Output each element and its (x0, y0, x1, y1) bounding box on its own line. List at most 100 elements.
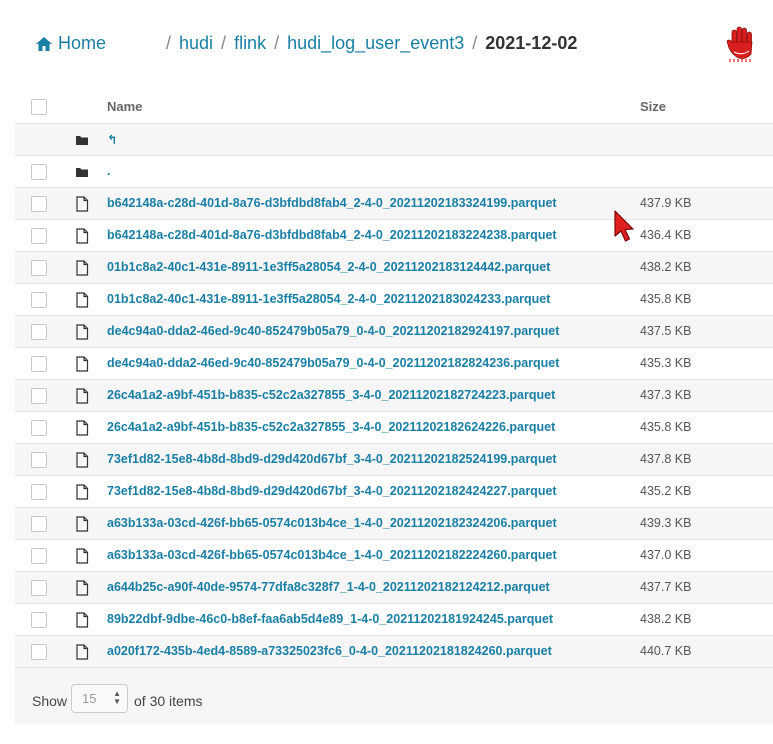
file-icon (76, 644, 89, 660)
table-row[interactable]: 01b1c8a2-40c1-431e-8911-1e3ff5a28054_2-4… (15, 283, 773, 315)
row-checkbox[interactable] (31, 612, 47, 628)
table-row[interactable]: 73ef1d82-15e8-4b8d-8bd9-d29d420d67bf_3-4… (15, 475, 773, 507)
file-size: 438.2 KB (640, 260, 692, 274)
file-name-link[interactable]: 73ef1d82-15e8-4b8d-8bd9-d29d420d67bf_3-4… (107, 452, 557, 466)
file-icon (76, 548, 89, 564)
table-row[interactable]: 89b22dbf-9dbe-46c0-b8ef-faa6ab5d4e89_1-4… (15, 603, 773, 635)
home-link[interactable]: Home (36, 33, 106, 54)
file-name-link[interactable]: b642148a-c28d-401d-8a76-d3bfdbd8fab4_2-4… (107, 196, 557, 210)
home-label: Home (58, 33, 107, 53)
file-name-link[interactable]: a63b133a-03cd-426f-bb65-0574c013b4ce_1-4… (107, 548, 557, 562)
row-checkbox[interactable] (31, 484, 47, 500)
table-row[interactable]: 01b1c8a2-40c1-431e-8911-1e3ff5a28054_2-4… (15, 251, 773, 283)
column-header-size[interactable]: Size (640, 99, 666, 114)
row-checkbox[interactable] (31, 452, 47, 468)
file-size: 437.7 KB (640, 580, 692, 594)
table-row[interactable]: de4c94a0-dda2-46ed-9c40-852479b05a79_0-4… (15, 315, 773, 347)
row-checkbox[interactable] (31, 580, 47, 596)
row-checkbox[interactable] (31, 356, 47, 372)
row-checkbox[interactable] (31, 324, 47, 340)
file-size: 435.8 KB (640, 292, 692, 306)
row-checkbox[interactable] (31, 260, 47, 276)
breadcrumb-item-flink[interactable]: flink (234, 33, 266, 54)
file-name-link[interactable]: 89b22dbf-9dbe-46c0-b8ef-faa6ab5d4e89_1-4… (107, 612, 553, 626)
show-label: Show (32, 693, 68, 709)
row-checkbox[interactable] (31, 228, 47, 244)
file-size: 439.3 KB (640, 516, 692, 530)
table-row[interactable]: 26c4a1a2-a9bf-451b-b835-c52c2a327855_3-4… (15, 379, 773, 411)
file-icon (76, 580, 89, 596)
file-name-link[interactable]: de4c94a0-dda2-46ed-9c40-852479b05a79_0-4… (107, 356, 559, 370)
table-row-parent-dir[interactable]: ↰ (15, 123, 773, 155)
table-row[interactable]: a020f172-435b-4ed4-8589-a73325023fc6_0-4… (15, 635, 773, 667)
row-checkbox[interactable] (31, 644, 47, 660)
file-size: 437.5 KB (640, 324, 692, 338)
file-icon (76, 484, 89, 500)
table-row[interactable]: b642148a-c28d-401d-8a76-d3bfdbd8fab4_2-4… (15, 219, 773, 251)
file-name-link[interactable]: a020f172-435b-4ed4-8589-a73325023fc6_0-4… (107, 644, 552, 658)
table-row[interactable]: 73ef1d82-15e8-4b8d-8bd9-d29d420d67bf_3-4… (15, 443, 773, 475)
breadcrumb-item-table[interactable]: hudi_log_user_event3 (287, 33, 464, 54)
row-checkbox[interactable] (31, 388, 47, 404)
file-icon (76, 260, 89, 276)
breadcrumb: / hudi / flink / hudi_log_user_event3 / … (158, 33, 577, 54)
breadcrumb-current: 2021-12-02 (485, 33, 578, 53)
table-row[interactable]: b642148a-c28d-401d-8a76-d3bfdbd8fab4_2-4… (15, 187, 773, 219)
breadcrumb-separator: / (274, 33, 280, 53)
file-name-link[interactable]: 26c4a1a2-a9bf-451b-b835-c52c2a327855_3-4… (107, 420, 555, 434)
file-name-link[interactable]: de4c94a0-dda2-46ed-9c40-852479b05a79_0-4… (107, 324, 559, 338)
item-count-label: of 30 items (134, 693, 203, 709)
table-row[interactable]: a63b133a-03cd-426f-bb65-0574c013b4ce_1-4… (15, 507, 773, 539)
folder-icon (76, 136, 88, 145)
file-size: 435.8 KB (640, 420, 692, 434)
file-size: 438.2 KB (640, 612, 692, 626)
file-name-link[interactable]: a63b133a-03cd-426f-bb65-0574c013b4ce_1-4… (107, 516, 557, 530)
file-icon (76, 356, 89, 372)
file-size: 437.3 KB (640, 388, 692, 402)
file-icon (76, 324, 89, 340)
row-checkbox[interactable] (31, 516, 47, 532)
file-size: 440.7 KB (640, 644, 692, 658)
file-name-link[interactable]: 01b1c8a2-40c1-431e-8911-1e3ff5a28054_2-4… (107, 292, 550, 306)
file-name-link[interactable]: 01b1c8a2-40c1-431e-8911-1e3ff5a28054_2-4… (107, 260, 550, 274)
file-name-link[interactable]: 26c4a1a2-a9bf-451b-b835-c52c2a327855_3-4… (107, 388, 555, 402)
table-header: Name Size (15, 90, 773, 123)
row-checkbox[interactable] (31, 164, 47, 180)
parent-dir-link[interactable]: ↰ (107, 132, 117, 147)
top-bar: Home / hudi / flink / hudi_log_user_even… (0, 0, 773, 90)
select-arrows-icon: ▲ ▼ (113, 689, 121, 706)
row-checkbox[interactable] (31, 196, 47, 212)
row-checkbox[interactable] (31, 420, 47, 436)
breadcrumb-separator: / (221, 33, 227, 53)
row-checkbox[interactable] (31, 548, 47, 564)
home-icon (36, 36, 52, 51)
pagination-bar: Show 15 ▲ ▼ of 30 items (15, 667, 773, 725)
file-size: 436.4 KB (640, 228, 692, 242)
file-icon (76, 292, 89, 308)
hand-logo-icon (726, 26, 753, 62)
folder-icon (76, 168, 88, 177)
table-row[interactable]: a63b133a-03cd-426f-bb65-0574c013b4ce_1-4… (15, 539, 773, 571)
file-name-link[interactable]: a644b25c-a90f-40de-9574-77dfa8c328f7_1-4… (107, 580, 550, 594)
column-header-name[interactable]: Name (107, 99, 142, 114)
current-dir-link[interactable]: . (107, 164, 110, 178)
file-icon (76, 228, 89, 244)
table-row[interactable]: 26c4a1a2-a9bf-451b-b835-c52c2a327855_3-4… (15, 411, 773, 443)
file-icon (76, 420, 89, 436)
file-size: 435.3 KB (640, 356, 692, 370)
table-row[interactable]: de4c94a0-dda2-46ed-9c40-852479b05a79_0-4… (15, 347, 773, 379)
table-row-current-dir[interactable]: . (15, 155, 773, 187)
file-name-link[interactable]: b642148a-c28d-401d-8a76-d3bfdbd8fab4_2-4… (107, 228, 557, 242)
table-row[interactable]: a644b25c-a90f-40de-9574-77dfa8c328f7_1-4… (15, 571, 773, 603)
file-icon (76, 516, 89, 532)
row-checkbox[interactable] (31, 292, 47, 308)
mouse-cursor-icon (614, 210, 634, 242)
select-all-checkbox[interactable] (31, 99, 47, 115)
breadcrumb-separator: / (166, 33, 172, 53)
page-size-select[interactable]: 15 ▲ ▼ (71, 684, 128, 713)
file-icon (76, 452, 89, 468)
file-icon (76, 612, 89, 628)
file-name-link[interactable]: 73ef1d82-15e8-4b8d-8bd9-d29d420d67bf_3-4… (107, 484, 557, 498)
breadcrumb-item-hudi[interactable]: hudi (179, 33, 213, 54)
file-size: 437.8 KB (640, 452, 692, 466)
